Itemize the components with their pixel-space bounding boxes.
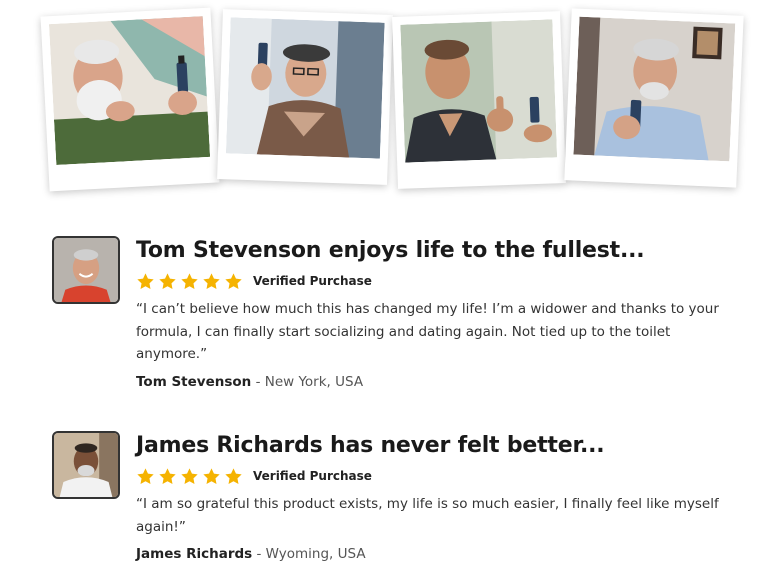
rating-row: Verified Purchase: [136, 465, 746, 487]
star-icon: [225, 467, 242, 484]
star-icon: [181, 467, 198, 484]
star-icon: [159, 467, 176, 484]
verified-purchase-label: Verified Purchase: [253, 469, 372, 483]
reviewer-name: Tom Stevenson: [136, 373, 252, 390]
star-icon: [137, 467, 154, 484]
avatar: [52, 431, 120, 499]
review-quote: “I can’t believe how much this has chang…: [136, 301, 719, 362]
review-headline: James Richards has never felt better...: [136, 433, 605, 458]
man-thumbs-up-photo: [400, 19, 558, 163]
star-icon: [203, 272, 220, 289]
reviewer-location: - Wyoming, USA: [252, 546, 366, 562]
star-icon: [159, 272, 176, 289]
polaroid-photo-2: [217, 9, 393, 185]
star-rating: [136, 272, 243, 291]
review-quote: “I am so grateful this product exists, m…: [136, 496, 719, 535]
review-content: James Richards has never felt better... …: [136, 431, 746, 562]
man-with-cap-photo: [225, 17, 385, 159]
reviewer-location: - New York, USA: [251, 373, 364, 390]
star-icon: [137, 272, 154, 289]
star-icon: [181, 272, 198, 289]
customer-photo-strip: [0, 0, 765, 200]
review-headline: Tom Stevenson enjoys life to the fullest…: [136, 238, 645, 263]
verified-purchase-label: Verified Purchase: [253, 274, 372, 288]
reviewer-name: James Richards: [136, 546, 253, 562]
reviewer-byline: Tom Stevenson - New York, USA: [136, 374, 746, 390]
polaroid-photo-3: [392, 11, 566, 189]
rating-row: Verified Purchase: [136, 270, 746, 292]
review-content: Tom Stevenson enjoys life to the fullest…: [136, 236, 746, 390]
star-rating: [136, 467, 243, 486]
man-with-white-beard-photo: [48, 16, 211, 165]
avatar: [52, 236, 120, 304]
star-icon: [225, 272, 242, 289]
man-in-blue-shirt-photo: [573, 16, 736, 162]
polaroid-photo-4: [564, 8, 744, 188]
reviewer-byline: James Richards - Wyoming, USA: [136, 546, 746, 562]
star-icon: [203, 467, 220, 484]
polaroid-photo-1: [40, 7, 220, 192]
